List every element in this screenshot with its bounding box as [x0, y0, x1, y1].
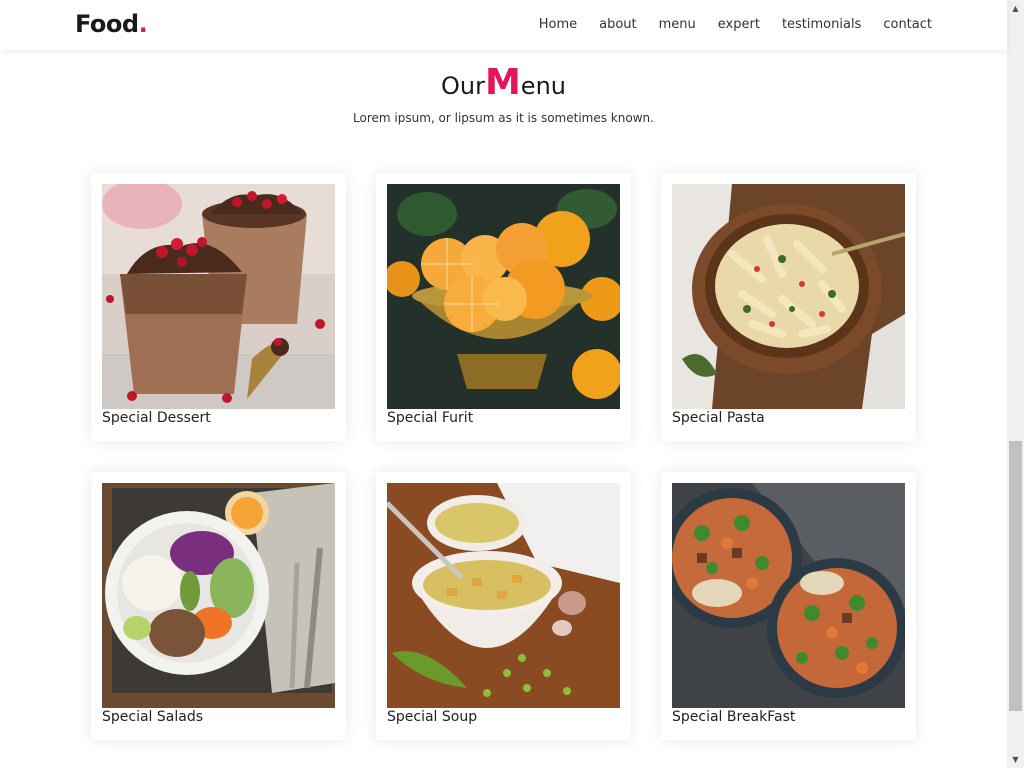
nav-menu[interactable]: menu — [659, 17, 696, 32]
menu-card-pasta[interactable]: Special Pasta — [661, 173, 916, 441]
title-big-letter: M — [484, 62, 521, 103]
menu-card-label: Special Salads — [102, 709, 204, 725]
menu-card-breakfast[interactable]: Special BreakFast — [661, 472, 916, 740]
page-scrollbar[interactable]: ▲ ▼ — [1007, 0, 1024, 768]
logo-dot: . — [138, 10, 148, 38]
menu-card-label: Special Pasta — [672, 410, 765, 426]
menu-card-label: Special Soup — [387, 709, 478, 725]
menu-card-soup[interactable]: Special Soup — [376, 472, 631, 740]
fruit-image — [387, 184, 620, 409]
site-logo[interactable]: Food. — [75, 10, 148, 38]
nav-about[interactable]: about — [599, 17, 637, 32]
breakfast-image — [672, 483, 905, 708]
scroll-up-arrow-icon[interactable]: ▲ — [1007, 0, 1024, 17]
scroll-down-arrow-icon[interactable]: ▼ — [1007, 751, 1024, 768]
nav-contact[interactable]: contact — [883, 17, 932, 32]
section-subtitle: Lorem ipsum, or lipsum as it is sometime… — [353, 111, 654, 125]
title-prefix: Our — [441, 72, 485, 100]
pasta-image — [672, 184, 905, 409]
menu-card-salads[interactable]: Special Salads — [91, 472, 346, 740]
section-title: OurMenu — [0, 62, 1007, 103]
main-nav: Home about menu expert testimonials cont… — [539, 17, 932, 32]
scroll-thumb[interactable] — [1009, 441, 1022, 711]
logo-text: Food — [75, 10, 139, 38]
nav-home[interactable]: Home — [539, 17, 577, 32]
dessert-image — [102, 184, 335, 409]
menu-card-fruit[interactable]: Special Furit — [376, 173, 631, 441]
menu-card-label: Special Dessert — [102, 410, 211, 426]
title-suffix: enu — [520, 72, 566, 100]
nav-expert[interactable]: expert — [718, 17, 760, 32]
menu-card-label: Special BreakFast — [672, 709, 796, 725]
menu-card-label: Special Furit — [387, 410, 474, 426]
menu-card-dessert[interactable]: Special Dessert — [91, 173, 346, 441]
soup-image — [387, 483, 620, 708]
nav-testimonials[interactable]: testimonials — [782, 17, 861, 32]
site-header: Food. Home about menu expert testimonial… — [0, 0, 1007, 50]
salads-image — [102, 483, 335, 708]
